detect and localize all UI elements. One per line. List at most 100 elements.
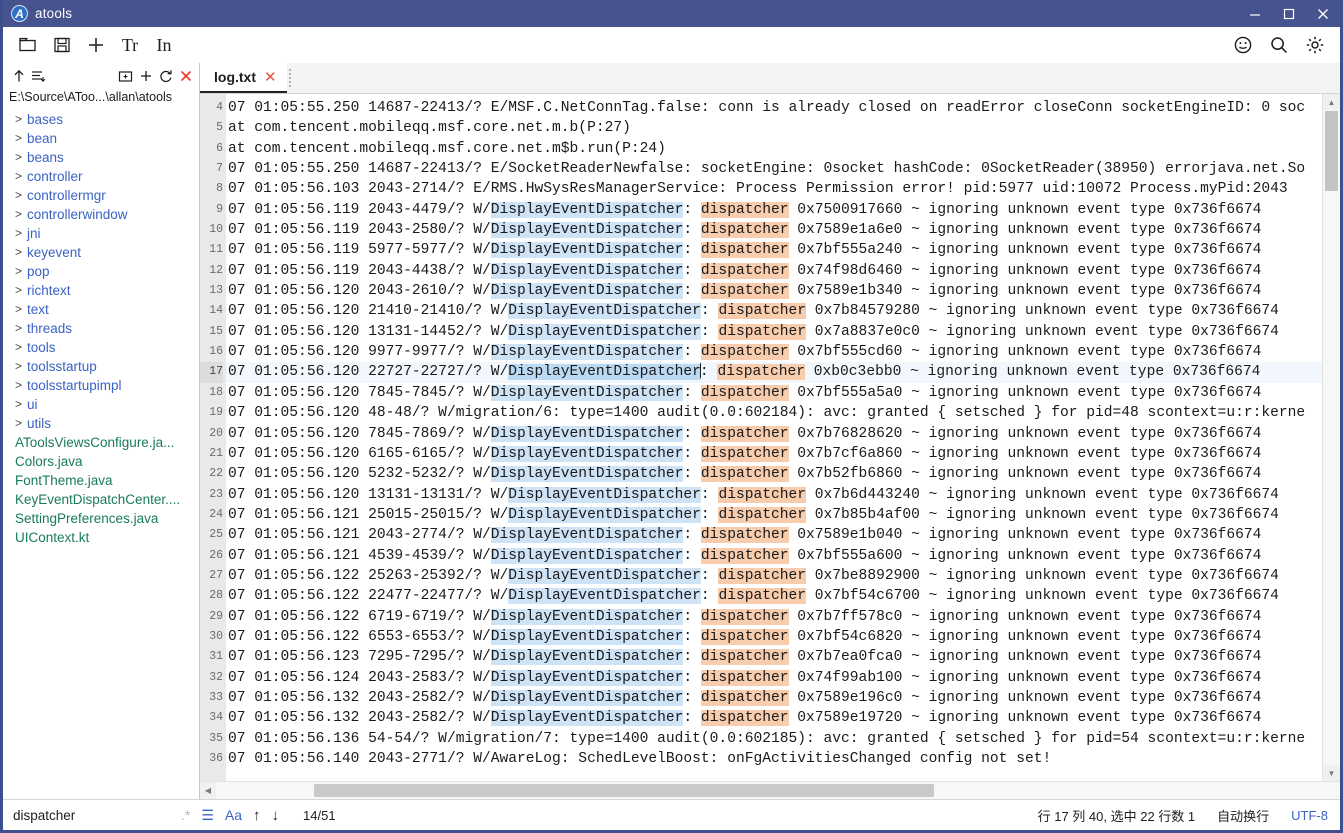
scroll-left-icon[interactable]: ◀ [200, 782, 216, 799]
log-line[interactable]: 07 01:05:55.250 14687-22413/? E/MSF.C.Ne… [226, 98, 1322, 118]
regex-icon[interactable]: .* [181, 805, 190, 825]
vertical-scrollbar[interactable]: ▲ ▼ [1322, 94, 1340, 781]
scroll-down-icon[interactable]: ▼ [1323, 765, 1340, 781]
tree-file-keyeventdispatchcenter[interactable]: KeyEventDispatchCenter.... [3, 490, 199, 509]
tree-folder-bases[interactable]: > bases [3, 110, 199, 129]
encoding-label[interactable]: UTF-8 [1291, 808, 1328, 823]
log-line[interactable]: 07 01:05:56.121 2043-2774/? W/DisplayEve… [226, 525, 1322, 545]
close-icon[interactable] [176, 66, 195, 86]
scroll-up-icon[interactable]: ▲ [1323, 94, 1340, 110]
tree-file-fonttheme[interactable]: FontTheme.java [3, 471, 199, 490]
log-line[interactable]: 07 01:05:56.136 54-54/? W/migration/7: t… [226, 729, 1322, 749]
log-line[interactable]: 07 01:05:56.132 2043-2582/? W/DisplayEve… [226, 688, 1322, 708]
vertical-scroll-thumb[interactable] [1325, 111, 1338, 191]
tree-folder-text[interactable]: > text [3, 300, 199, 319]
log-line[interactable]: 07 01:05:56.120 6165-6165/? W/DisplayEve… [226, 444, 1322, 464]
log-text-area[interactable]: 07 01:05:55.250 14687-22413/? E/MSF.C.Ne… [226, 94, 1322, 781]
close-icon[interactable] [1306, 0, 1340, 27]
match-list-icon[interactable]: ☰ [201, 805, 214, 825]
log-line[interactable]: 07 01:05:56.119 2043-4438/? W/DisplayEve… [226, 261, 1322, 281]
search-match-term: dispatcher [700, 527, 789, 544]
tree-folder-keyevent[interactable]: > keyevent [3, 243, 199, 262]
up-arrow-icon[interactable] [9, 66, 28, 86]
tree-folder-ui[interactable]: > ui [3, 395, 199, 414]
tab-grip-handle[interactable] [288, 69, 291, 87]
save-icon[interactable] [45, 29, 79, 61]
log-line[interactable]: 07 01:05:55.250 14687-22413/? E/SocketRe… [226, 159, 1322, 179]
tree-folder-bean[interactable]: > bean [3, 129, 199, 148]
tree-folder-controllermgr[interactable]: > controllermgr [3, 186, 199, 205]
log-line[interactable]: 07 01:05:56.124 2043-2583/? W/DisplayEve… [226, 668, 1322, 688]
search-match-tag: DisplayEventDispatcher [490, 466, 684, 483]
log-line[interactable]: 07 01:05:56.120 9977-9977/? W/DisplayEve… [226, 342, 1322, 362]
minimize-icon[interactable] [1238, 0, 1272, 27]
new-folder-icon[interactable] [116, 66, 135, 86]
maximize-icon[interactable] [1272, 0, 1306, 27]
log-line[interactable]: 07 01:05:56.121 4539-4539/? W/DisplayEve… [226, 546, 1322, 566]
tree-file-settingpreferences[interactable]: SettingPreferences.java [3, 509, 199, 528]
log-line[interactable]: 07 01:05:56.119 2043-4479/? W/DisplayEve… [226, 200, 1322, 220]
tree-folder-toolsstartup[interactable]: > toolsstartup [3, 357, 199, 376]
tab-close-icon[interactable]: ✕ [264, 70, 277, 85]
find-next-icon[interactable]: ↓ [272, 805, 280, 825]
log-line[interactable]: 07 01:05:56.120 5232-5232/? W/DisplayEve… [226, 464, 1322, 484]
log-line[interactable]: 07 01:05:56.123 7295-7295/? W/DisplayEve… [226, 647, 1322, 667]
tree-file-uicontext[interactable]: UIContext.kt [3, 528, 199, 547]
new-file-icon[interactable] [136, 66, 155, 86]
log-line[interactable]: 07 01:05:56.121 25015-25015/? W/DisplayE… [226, 505, 1322, 525]
tree-label: keyevent [27, 245, 82, 260]
tree-folder-controller[interactable]: > controller [3, 167, 199, 186]
tree-file-atoolsviewsconfigure[interactable]: AToolsViewsConfigure.ja... [3, 433, 199, 452]
log-line[interactable]: 07 01:05:56.140 2043-2771/? W/AwareLog: … [226, 749, 1322, 769]
log-line[interactable]: 07 01:05:56.122 22477-22477/? W/DisplayE… [226, 586, 1322, 606]
find-prev-icon[interactable]: ↑ [253, 805, 261, 825]
search-icon[interactable] [1264, 30, 1294, 60]
log-line[interactable]: 07 01:05:56.122 6553-6553/? W/DisplayEve… [226, 627, 1322, 647]
tree-folder-controllerwindow[interactable]: > controllerwindow [3, 205, 199, 224]
log-line[interactable]: 07 01:05:56.120 2043-2610/? W/DisplayEve… [226, 281, 1322, 301]
add-icon[interactable] [79, 29, 113, 61]
log-line[interactable]: 07 01:05:56.119 2043-2580/? W/DisplayEve… [226, 220, 1322, 240]
log-line[interactable]: 07 01:05:56.120 48-48/? W/migration/6: t… [226, 403, 1322, 423]
log-line-suffix: 0x7b6d443240 ~ ignoring unknown event ty… [806, 486, 1279, 503]
log-line[interactable]: 07 01:05:56.120 21410-21410/? W/DisplayE… [226, 301, 1322, 321]
log-line[interactable]: at com.tencent.mobileqq.msf.core.net.m.b… [226, 118, 1322, 138]
gear-icon[interactable] [1300, 30, 1330, 60]
tree-folder-threads[interactable]: > threads [3, 319, 199, 338]
line-number-icon[interactable]: In [147, 29, 181, 61]
log-line[interactable]: 07 01:05:56.103 2043-2714/? E/RMS.HwSysR… [226, 179, 1322, 199]
match-case-icon[interactable]: Aa [225, 805, 242, 825]
tree-folder-tools[interactable]: > tools [3, 338, 199, 357]
log-line[interactable]: 07 01:05:56.120 13131-14452/? W/DisplayE… [226, 322, 1322, 342]
log-line[interactable]: 07 01:05:56.122 6719-6719/? W/DisplayEve… [226, 607, 1322, 627]
tree-folder-pop[interactable]: > pop [3, 262, 199, 281]
log-line[interactable]: 07 01:05:56.119 5977-5977/? W/DisplayEve… [226, 240, 1322, 260]
open-folder-icon[interactable] [11, 29, 45, 61]
tree-folder-utils[interactable]: > utils [3, 414, 199, 433]
tree-folder-jni[interactable]: > jni [3, 224, 199, 243]
log-line-text: 07 01:05:56.140 2043-2771/? W/AwareLog: … [228, 751, 1052, 767]
refresh-icon[interactable] [156, 66, 175, 86]
horizontal-scrollbar[interactable]: ◀ [200, 781, 1340, 799]
log-line[interactable]: 07 01:05:56.120 13131-13131/? W/DisplayE… [226, 485, 1322, 505]
tab-log-txt[interactable]: log.txt ✕ [200, 63, 287, 93]
collapse-all-icon[interactable] [28, 66, 47, 86]
horizontal-scroll-thumb[interactable] [314, 784, 934, 797]
font-size-icon[interactable]: Tr [113, 29, 147, 61]
main-toolbar: Tr In [3, 27, 1340, 63]
word-wrap-toggle[interactable]: 自动换行 [1217, 806, 1269, 825]
find-input[interactable]: dispatcher [13, 808, 173, 823]
tree-folder-richtext[interactable]: > richtext [3, 281, 199, 300]
log-line[interactable]: 07 01:05:56.120 7845-7845/? W/DisplayEve… [226, 383, 1322, 403]
tree-folder-beans[interactable]: > beans [3, 148, 199, 167]
log-line[interactable]: at com.tencent.mobileqq.msf.core.net.m$b… [226, 139, 1322, 159]
log-line[interactable]: 07 01:05:56.120 7845-7869/? W/DisplayEve… [226, 424, 1322, 444]
log-line[interactable]: 07 01:05:56.132 2043-2582/? W/DisplayEve… [226, 708, 1322, 728]
search-match-term: dispatcher [718, 323, 807, 340]
log-line-suffix: 0x7b7cf6a860 ~ ignoring unknown event ty… [788, 445, 1262, 462]
emoji-icon[interactable] [1228, 30, 1258, 60]
tree-folder-toolsstartupimpl[interactable]: > toolsstartupimpl [3, 376, 199, 395]
log-line[interactable]: 07 01:05:56.122 25263-25392/? W/DisplayE… [226, 566, 1322, 586]
log-line[interactable]: 07 01:05:56.120 22727-22727/? W/DisplayE… [226, 362, 1322, 383]
tree-file-colors[interactable]: Colors.java [3, 452, 199, 471]
